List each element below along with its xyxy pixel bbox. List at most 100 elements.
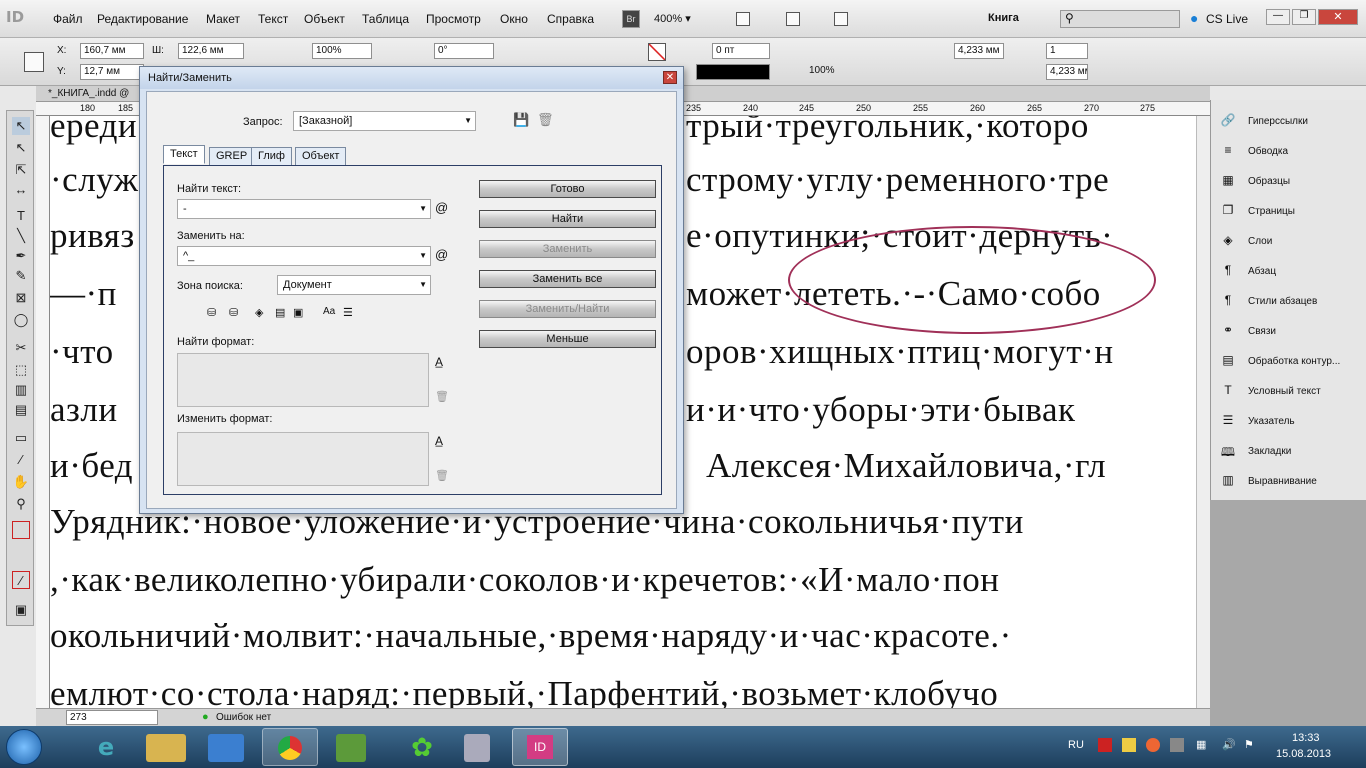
search-zone-select[interactable]: Документ — [277, 275, 431, 295]
x-field[interactable]: 160,7 мм — [80, 43, 144, 59]
include-hidden-layers-icon[interactable]: ◈ — [255, 306, 263, 319]
close-app-button[interactable]: ✕ — [1318, 9, 1358, 25]
language-indicator[interactable]: RU — [1068, 739, 1084, 751]
search-input[interactable]: ⚲ — [1060, 10, 1180, 28]
clear-find-format-icon[interactable]: 🗑 — [435, 390, 449, 403]
stroke-weight-field[interactable]: 0 пт — [712, 43, 770, 59]
find-button[interactable]: Найти — [479, 210, 656, 228]
hand-tool-icon[interactable]: ✋ — [12, 473, 30, 491]
panel-bookmarks[interactable]: 🕮 Закладки — [1219, 440, 1365, 464]
calculator-icon[interactable] — [464, 734, 490, 762]
fewer-options-button[interactable]: Меньше — [479, 330, 656, 348]
reference-point-icon[interactable] — [24, 52, 44, 72]
columns-field[interactable]: 1 — [1046, 43, 1088, 59]
replace-special-char-icon[interactable]: @ — [435, 247, 448, 262]
find-special-char-icon[interactable]: @ — [435, 200, 448, 215]
clock-time[interactable]: 13:33 — [1292, 732, 1320, 744]
menu-edit[interactable]: Редактирование — [97, 12, 188, 26]
line-tool-icon[interactable]: ╲ — [12, 227, 30, 245]
tab-object[interactable]: Объект — [295, 147, 347, 166]
case-sensitive-icon[interactable]: Aa — [323, 306, 335, 317]
gradient-tool-icon[interactable]: ▥ — [12, 381, 30, 399]
arrange-documents-icon[interactable] — [834, 12, 848, 26]
change-format-box[interactable] — [177, 432, 429, 486]
acrobat-tray-icon[interactable] — [1098, 738, 1112, 752]
panel-text-wrap[interactable]: ▤ Обработка контур... — [1219, 350, 1365, 374]
include-locked-stories-icon[interactable]: ⛁ — [229, 306, 238, 319]
explorer-icon[interactable] — [146, 734, 186, 762]
menu-table[interactable]: Таблица — [362, 12, 409, 26]
y-field[interactable]: 12,7 мм — [80, 64, 144, 80]
save-query-icon[interactable]: 💾 — [513, 112, 529, 128]
panel-layers[interactable]: ◈ Слои — [1219, 230, 1365, 254]
network-icon[interactable]: ▦ — [1196, 738, 1206, 751]
flag-icon[interactable]: ⚑ — [1244, 738, 1254, 751]
eyedropper-tool-icon[interactable]: ⁄ — [12, 451, 30, 469]
preview-mode-icon[interactable]: ▣ — [12, 601, 30, 619]
include-locked-layers-icon[interactable]: ⛁ — [207, 306, 216, 319]
change-button[interactable]: Заменить — [479, 240, 656, 258]
zoom-tool-icon[interactable]: ⚲ — [12, 495, 30, 513]
note-tool-icon[interactable]: ▭ — [12, 429, 30, 447]
dialog-close-button[interactable]: ✕ — [663, 71, 677, 84]
tray-icon[interactable] — [1146, 738, 1160, 752]
find-format-box[interactable] — [177, 353, 429, 407]
selection-tool-icon[interactable]: ↖ — [12, 117, 30, 135]
stroke-type-select[interactable] — [696, 64, 770, 80]
pen-tool-icon[interactable]: ✒ — [12, 247, 30, 265]
minimize-button[interactable]: — — [1266, 9, 1290, 25]
start-button[interactable] — [6, 729, 42, 765]
scissors-tool-icon[interactable]: ✂ — [12, 339, 30, 357]
fill-none-icon[interactable] — [648, 43, 666, 61]
width-field[interactable]: 122,6 мм — [178, 43, 244, 59]
replace-field[interactable]: ^_ — [177, 246, 431, 266]
include-master-pages-icon[interactable]: ▤ — [275, 306, 285, 319]
volume-icon[interactable]: 🔊 — [1222, 738, 1236, 751]
panel-pages[interactable]: ❐ Страницы — [1219, 200, 1365, 224]
menu-object[interactable]: Объект — [304, 12, 345, 26]
include-footnotes-icon[interactable]: ▣ — [293, 306, 303, 319]
delete-query-icon[interactable]: 🗑 — [537, 112, 554, 128]
view-options-icon[interactable] — [736, 12, 750, 26]
tab-glyph[interactable]: Глиф — [251, 147, 292, 166]
gradient-feather-tool-icon[interactable]: ▤ — [12, 401, 30, 419]
rectangle-frame-tool-icon[interactable]: ⊠ — [12, 289, 30, 307]
media-player-icon[interactable] — [208, 734, 244, 762]
restore-button[interactable]: ❐ — [1292, 9, 1316, 25]
panel-stroke[interactable]: ≡ Обводка — [1219, 140, 1365, 164]
menu-layout[interactable]: Макет — [206, 12, 240, 26]
vertical-scrollbar[interactable] — [1196, 116, 1210, 708]
panel-swatches[interactable]: ▦ Образцы — [1219, 170, 1365, 194]
panel-paragraph-styles[interactable]: ¶ Стили абзацев — [1219, 290, 1365, 314]
menu-window[interactable]: Окно — [500, 12, 528, 26]
opacity-field[interactable]: 100% — [806, 64, 846, 80]
done-button[interactable]: Готово — [479, 180, 656, 198]
rotation-field[interactable]: 0° — [434, 43, 494, 59]
clear-change-format-icon[interactable]: 🗑 — [435, 469, 449, 482]
preflight-status[interactable]: Ошибок нет — [216, 712, 271, 723]
bridge-button[interactable]: Br — [622, 10, 640, 28]
type-tool-icon[interactable]: T — [12, 207, 30, 225]
corel-icon[interactable] — [336, 734, 366, 762]
menu-help[interactable]: Справка — [547, 12, 594, 26]
panel-hyperlinks[interactable]: 🔗 Гиперссылки — [1219, 110, 1365, 134]
gap-tool-icon[interactable]: ↔ — [12, 181, 30, 199]
menu-view[interactable]: Просмотр — [426, 12, 481, 26]
specify-change-format-icon[interactable]: A̲ — [435, 434, 443, 448]
workspace-switcher[interactable]: Книга — [988, 12, 1019, 24]
ie-icon[interactable]: e — [78, 728, 134, 766]
panel-links[interactable]: ⚭ Связи — [1219, 320, 1365, 344]
chrome-icon[interactable] — [262, 728, 318, 766]
tab-grep[interactable]: GREP — [209, 147, 255, 166]
panel-paragraph[interactable]: ¶ Абзац — [1219, 260, 1365, 284]
page-tool-icon[interactable]: ⇱ — [12, 161, 30, 179]
ellipse-tool-icon[interactable]: ◯ — [12, 311, 30, 329]
page-number-field[interactable]: 273 — [66, 710, 158, 725]
specify-find-format-icon[interactable]: A̲ — [435, 355, 443, 369]
free-transform-tool-icon[interactable]: ⬚ — [12, 361, 30, 379]
icq-icon[interactable]: ✿ — [394, 728, 450, 766]
panel-conditional-text[interactable]: T Условный текст — [1219, 380, 1365, 404]
clock-date[interactable]: 15.08.2013 — [1276, 748, 1331, 760]
tray-icon[interactable] — [1122, 738, 1136, 752]
fill-stroke-icon[interactable] — [12, 521, 30, 539]
